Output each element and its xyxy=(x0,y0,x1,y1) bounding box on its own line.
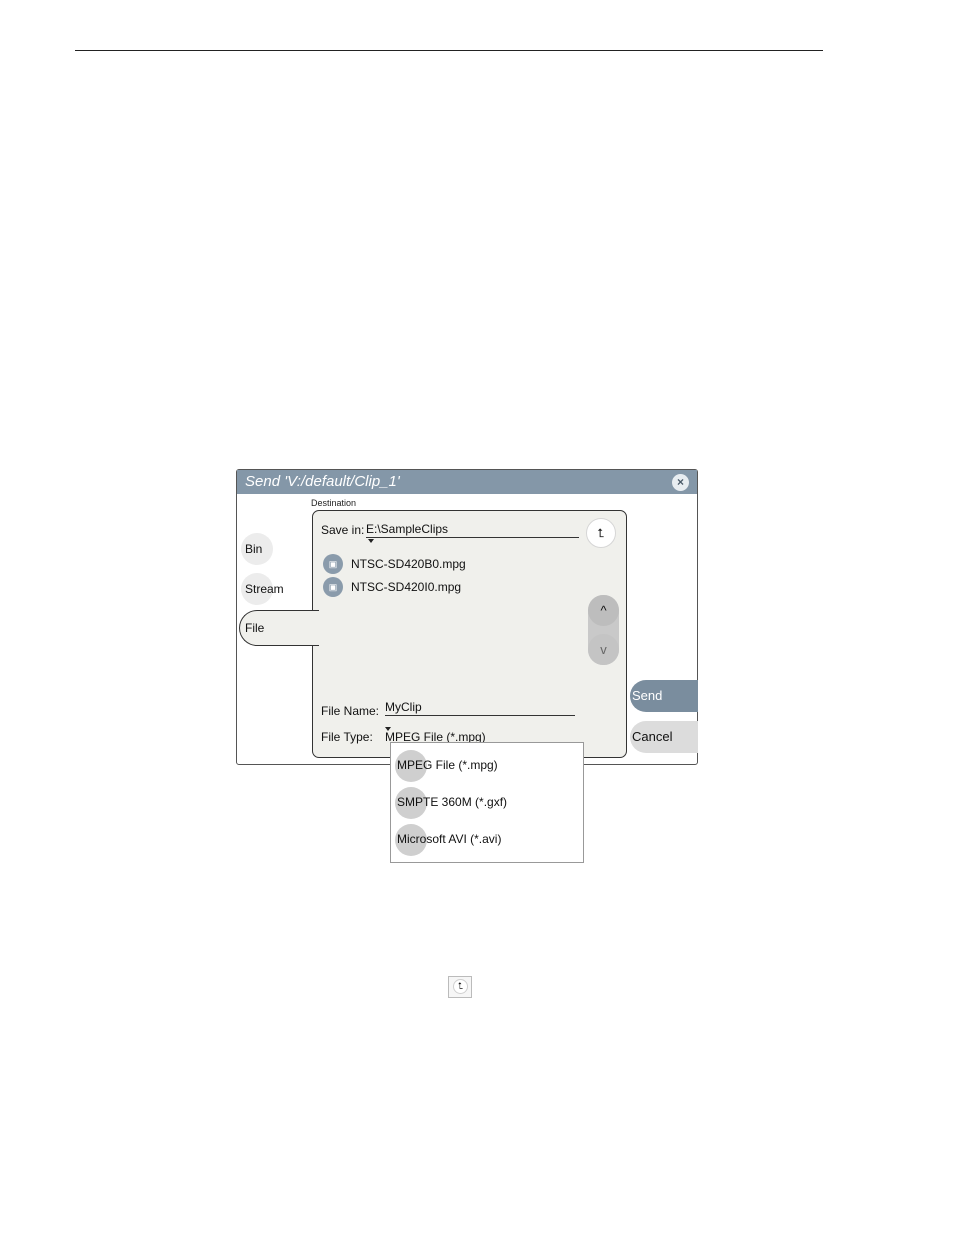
scroll-up-icon[interactable]: ^ xyxy=(588,595,619,626)
file-name-value: MyClip xyxy=(385,700,422,714)
option-label: MPEG File (*.mpg) xyxy=(397,758,498,772)
destination-panel: Save in: E:\SampleClips ⮤ ▣ NTSC-SD420B0… xyxy=(312,510,627,758)
file-type-option-avi[interactable]: Microsoft AVI (*.avi) xyxy=(391,824,583,856)
file-item-name: NTSC-SD420I0.mpg xyxy=(351,580,462,594)
file-type-label: File Type: xyxy=(321,730,373,744)
save-in-dropdown-icon xyxy=(368,539,374,543)
dialog-title: Send 'V:/default/Clip_1' xyxy=(245,473,400,490)
file-item-name: NTSC-SD420B0.mpg xyxy=(351,557,466,571)
up-folder-icon[interactable]: ⮤ xyxy=(586,518,616,548)
up-folder-icon: ⮤ xyxy=(448,976,472,998)
option-label: SMPTE 360M (*.gxf) xyxy=(397,795,508,809)
file-type-option-gxf[interactable]: SMPTE 360M (*.gxf) xyxy=(391,787,583,819)
option-label: Microsoft AVI (*.avi) xyxy=(397,832,502,846)
tab-stream-label: Stream xyxy=(245,582,284,596)
file-name-label: File Name: xyxy=(321,704,380,718)
dialog-titlebar: Send 'V:/default/Clip_1' × xyxy=(237,470,697,494)
tab-bin-label: Bin xyxy=(245,542,263,556)
mpg-file-icon: ▣ xyxy=(323,554,343,574)
tab-stream[interactable]: Stream xyxy=(241,573,284,605)
save-in-label: Save in: xyxy=(321,523,365,537)
file-type-dropdown-icon xyxy=(385,727,391,731)
send-button[interactable]: Send xyxy=(630,680,698,712)
cancel-button[interactable]: Cancel xyxy=(630,721,698,753)
save-in-path-field[interactable]: E:\SampleClips xyxy=(366,521,579,543)
page-top-rule xyxy=(75,50,823,51)
file-type-dropdown-list: MPEG File (*.mpg) SMPTE 360M (*.gxf) Mic… xyxy=(390,742,584,863)
tab-file-label: File xyxy=(245,621,265,635)
mpg-file-icon: ▣ xyxy=(323,577,343,597)
destination-label: Destination xyxy=(311,498,357,508)
file-name-input[interactable]: MyClip xyxy=(385,699,575,716)
up-folder-glyph: ⮤ xyxy=(453,979,468,994)
close-icon[interactable]: × xyxy=(672,474,689,491)
file-type-option-mpg[interactable]: MPEG File (*.mpg) xyxy=(391,750,583,782)
scroll-track[interactable]: ^ v xyxy=(588,595,619,665)
save-in-path-value: E:\SampleClips xyxy=(366,522,449,536)
send-dialog: Send 'V:/default/Clip_1' × Destination B… xyxy=(236,469,698,765)
scroll-down-icon[interactable]: v xyxy=(588,634,619,665)
tab-file[interactable]: File xyxy=(239,610,319,646)
tab-bin[interactable]: Bin xyxy=(241,533,273,565)
file-tab-joint xyxy=(311,611,314,645)
